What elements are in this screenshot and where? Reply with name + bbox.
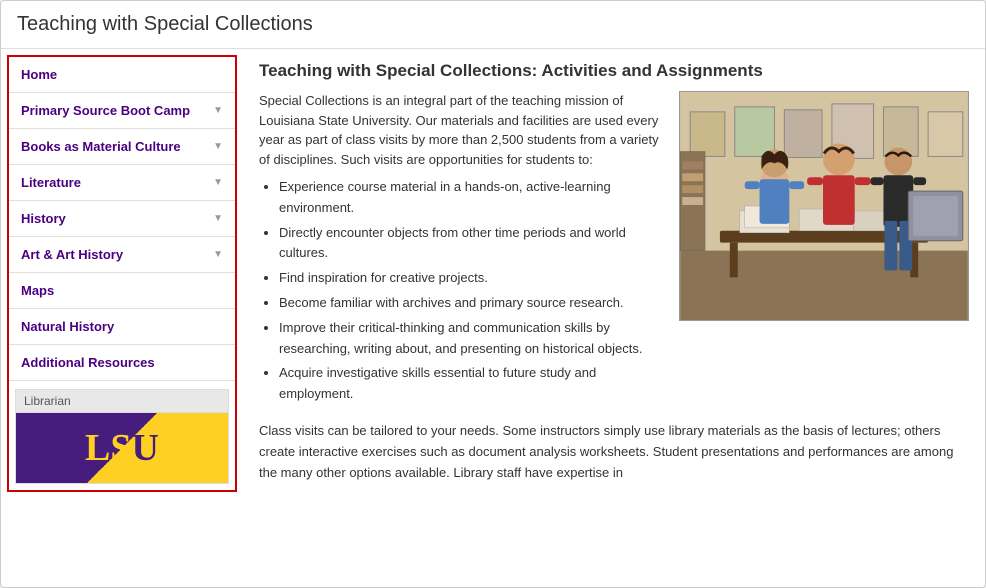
librarian-logo: LS U <box>16 413 228 483</box>
bullet-list-item: Find inspiration for creative projects. <box>279 268 663 289</box>
sidebar-link-home[interactable]: Home <box>9 57 235 92</box>
content-intro: Special Collections is an integral part … <box>259 91 969 409</box>
sidebar-nav-item: Additional Resources <box>9 345 235 381</box>
bullet-list-item: Directly encounter objects from other ti… <box>279 223 663 265</box>
sidebar-nav-item: Art & Art History ▼ <box>9 237 235 273</box>
bottom-paragraph: Class visits can be tailored to your nee… <box>259 421 969 483</box>
sidebar-nav-item: Home <box>9 57 235 93</box>
sidebar-link-history[interactable]: History ▼ <box>9 201 235 236</box>
sidebar-link-label: Books as Material Culture <box>21 139 181 154</box>
sidebar-link-label: Art & Art History <box>21 247 123 262</box>
bullet-list-item: Acquire investigative skills essential t… <box>279 363 663 405</box>
sidebar: HomePrimary Source Boot Camp▼Books as Ma… <box>7 55 237 492</box>
sidebar-nav-item: Literature ▼ <box>9 165 235 201</box>
sidebar-link-label: Natural History <box>21 319 114 334</box>
librarian-label: Librarian <box>16 390 228 413</box>
sidebar-link-natural-history[interactable]: Natural History <box>9 309 235 344</box>
sidebar-nav-item: Natural History <box>9 309 235 345</box>
sidebar-nav: HomePrimary Source Boot Camp▼Books as Ma… <box>9 57 235 381</box>
intro-paragraph: Special Collections is an integral part … <box>259 91 663 169</box>
page-title-bar: Teaching with Special Collections <box>1 1 985 49</box>
sidebar-link-label: Additional Resources <box>21 355 155 370</box>
sidebar-link-label: Primary Source Boot Camp <box>21 103 190 118</box>
lsu-logo-right: U <box>132 426 159 470</box>
sidebar-nav-item: Maps <box>9 273 235 309</box>
librarian-box: Librarian LS U <box>15 389 229 484</box>
sidebar-link-literature[interactable]: Literature ▼ <box>9 165 235 200</box>
library-photo-svg <box>680 92 968 320</box>
lsu-logo-left: LS <box>85 426 131 470</box>
main-content: Teaching with Special Collections: Activ… <box>243 49 985 495</box>
sidebar-nav-item: Books as Material Culture ▼ <box>9 129 235 165</box>
chevron-down-icon: ▼ <box>213 249 223 260</box>
chevron-down-icon: ▼ <box>213 213 223 224</box>
sidebar-link-primary-source-boot-camp[interactable]: Primary Source Boot Camp ▼ <box>9 93 235 128</box>
chevron-down-icon: ▼ <box>213 177 223 188</box>
sidebar-link-label: Home <box>21 67 57 82</box>
sidebar-nav-item: History ▼ <box>9 201 235 237</box>
sidebar-link-label: History <box>21 211 66 226</box>
bullet-list: Experience course material in a hands-on… <box>259 177 663 405</box>
intro-text: Special Collections is an integral part … <box>259 91 663 409</box>
bullet-list-item: Experience course material in a hands-on… <box>279 177 663 219</box>
bullet-list-item: Improve their critical-thinking and comm… <box>279 318 663 360</box>
chevron-down-icon: ▼ <box>213 141 223 152</box>
main-heading: Teaching with Special Collections: Activ… <box>259 61 969 81</box>
page-wrapper: Teaching with Special Collections Home Pr… <box>0 0 986 588</box>
sidebar-link-label: Maps <box>21 283 54 298</box>
intro-image <box>679 91 969 321</box>
sidebar-nav-item: Primary Source Boot Camp ▼ <box>9 93 235 129</box>
content-area: HomePrimary Source Boot Camp▼Books as Ma… <box>1 49 985 498</box>
bullet-list-item: Become familiar with archives and primar… <box>279 293 663 314</box>
sidebar-link-label: Literature <box>21 175 81 190</box>
page-title: Teaching with Special Collections <box>17 13 969 36</box>
sidebar-link-books-as-material-culture[interactable]: Books as Material Culture ▼ <box>9 129 235 164</box>
sidebar-link-art---art-history[interactable]: Art & Art History ▼ <box>9 237 235 272</box>
sidebar-link-maps[interactable]: Maps <box>9 273 235 308</box>
chevron-down-icon: ▼ <box>213 105 223 116</box>
sidebar-link-additional-resources[interactable]: Additional Resources <box>9 345 235 380</box>
